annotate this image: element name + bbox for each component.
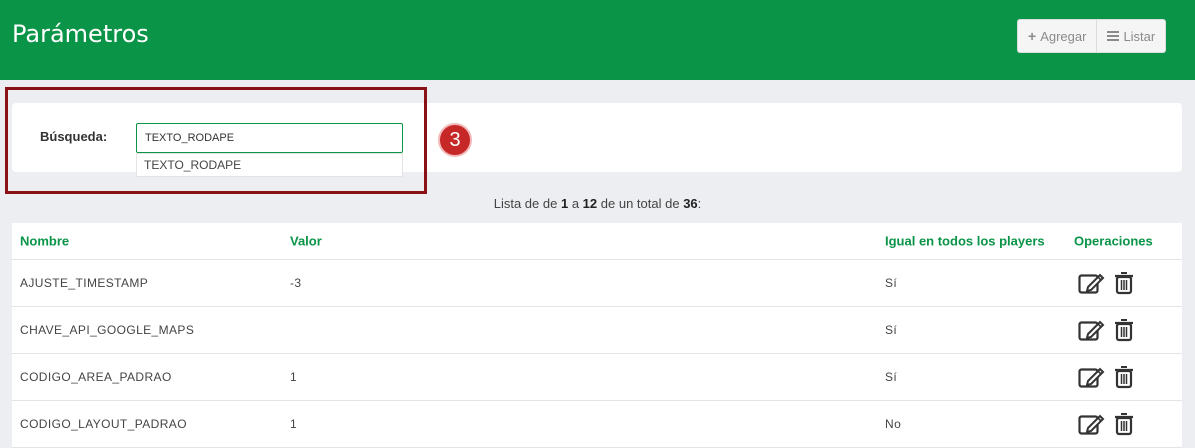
cell-igual: No (885, 417, 902, 431)
column-header-valor[interactable]: Valor (290, 234, 322, 249)
cell-igual: Sí (885, 323, 898, 337)
cell-igual: Sí (885, 370, 898, 384)
table-row: CODIGO_LAYOUT_PADRAO 1 No (12, 401, 1182, 448)
step-number-badge: 3 (438, 123, 472, 157)
header-button-group: + Agregar Listar (1017, 19, 1167, 53)
trash-icon[interactable] (1114, 412, 1134, 436)
table-row: AJUSTE_TIMESTAMP -3 Sí (12, 260, 1182, 307)
trash-icon[interactable] (1114, 271, 1134, 295)
row-operations (1078, 412, 1134, 436)
results-summary: Lista de de 1 a 12 de un total de 36: (493, 196, 702, 211)
table-row: CODIGO_AREA_PADRAO 1 Sí (12, 354, 1182, 401)
add-button-label: Agregar (1040, 28, 1087, 44)
cell-nombre: AJUSTE_TIMESTAMP (20, 276, 149, 290)
cell-nombre: CODIGO_AREA_PADRAO (20, 370, 172, 384)
page-header: Parámetros + Agregar Listar (0, 0, 1195, 80)
edit-icon[interactable] (1078, 318, 1106, 342)
parameters-table: Nombre Valor Igual en todos los players … (12, 223, 1182, 448)
column-header-nombre[interactable]: Nombre (20, 234, 69, 249)
row-operations (1078, 365, 1134, 389)
column-header-operaciones: Operaciones (1074, 233, 1153, 249)
cell-valor: -3 (290, 276, 302, 290)
list-button[interactable]: Listar (1096, 20, 1165, 52)
edit-icon[interactable] (1078, 365, 1106, 389)
trash-icon[interactable] (1114, 318, 1134, 342)
cell-valor: 1 (290, 370, 298, 384)
page-title: Parámetros (12, 20, 149, 48)
table-row: CHAVE_API_GOOGLE_MAPS Sí (12, 307, 1182, 354)
plus-icon: + (1028, 28, 1037, 44)
list-button-label: Listar (1123, 28, 1156, 44)
edit-icon[interactable] (1078, 412, 1106, 436)
cell-nombre: CHAVE_API_GOOGLE_MAPS (20, 323, 195, 337)
table-header-row: Nombre Valor Igual en todos los players … (12, 223, 1182, 260)
column-header-igual[interactable]: Igual en todos los players (885, 234, 1045, 249)
trash-icon[interactable] (1114, 365, 1134, 389)
edit-icon[interactable] (1078, 271, 1106, 295)
add-button[interactable]: + Agregar (1018, 20, 1096, 52)
list-icon (1107, 31, 1120, 41)
row-operations (1078, 318, 1134, 342)
highlight-annotation-box (5, 87, 427, 194)
cell-igual: Sí (885, 276, 898, 290)
cell-valor: 1 (290, 417, 298, 431)
row-operations (1078, 271, 1134, 295)
cell-nombre: CODIGO_LAYOUT_PADRAO (20, 417, 187, 431)
